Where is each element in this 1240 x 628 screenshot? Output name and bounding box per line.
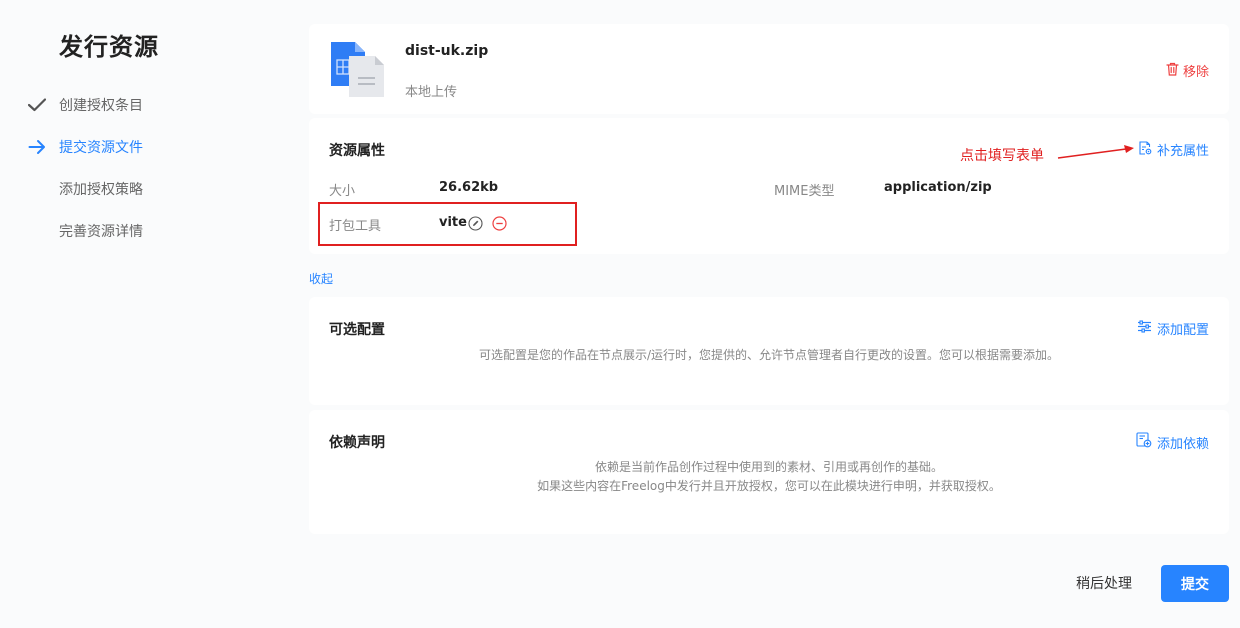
step-label: 完善资源详情 bbox=[59, 224, 143, 240]
later-button[interactable]: 稍后处理 bbox=[1066, 565, 1142, 601]
file-name: dist-uk.zip bbox=[405, 43, 489, 59]
page-title: 发行资源 bbox=[59, 33, 159, 61]
add-attribute-label: 补充属性 bbox=[1156, 144, 1209, 159]
optional-config-description: 可选配置是您的作品在节点展示/运行时，您提供的、允许节点管理者自行更改的设置。您… bbox=[478, 348, 1060, 362]
step-submit-file[interactable]: 提交资源文件 bbox=[0, 132, 280, 162]
attr-key-size: 大小 bbox=[329, 184, 356, 199]
submit-button[interactable]: 提交 bbox=[1161, 565, 1229, 602]
annotation-arrow bbox=[1057, 145, 1134, 159]
add-attribute-button[interactable]: 补充属性 bbox=[1138, 140, 1209, 159]
doc-settings-icon bbox=[1138, 140, 1152, 159]
optional-config-card: 可选配置 添加配置 可选配置是您的作品在节点展示/运行时，您提供的、允许节点管理… bbox=[309, 297, 1229, 405]
attributes-title: 资源属性 bbox=[329, 143, 385, 159]
step-label: 创建授权条目 bbox=[59, 98, 143, 114]
step-label: 提交资源文件 bbox=[59, 140, 143, 156]
remove-label: 移除 bbox=[1182, 65, 1209, 80]
dependency-icon bbox=[1136, 432, 1152, 452]
trash-icon bbox=[1166, 62, 1179, 80]
zip-file-icon bbox=[329, 40, 385, 98]
step-create-authorization[interactable]: 创建授权条目 bbox=[0, 90, 280, 120]
add-config-button[interactable]: 添加配置 bbox=[1137, 319, 1209, 338]
highlight-box bbox=[318, 202, 577, 246]
step-complete-details[interactable]: 完善资源详情 bbox=[0, 216, 280, 246]
file-source: 本地上传 bbox=[405, 85, 458, 100]
step-add-policy[interactable]: 添加授权策略 bbox=[0, 174, 280, 204]
remove-button[interactable]: 移除 bbox=[1166, 61, 1209, 80]
annotation-text: 点击填写表单 bbox=[960, 148, 1044, 164]
add-dependency-button[interactable]: 添加依赖 bbox=[1136, 432, 1209, 452]
sliders-icon bbox=[1137, 320, 1152, 337]
optional-config-title: 可选配置 bbox=[329, 322, 385, 338]
arrow-right-icon bbox=[27, 137, 47, 157]
add-config-label: 添加配置 bbox=[1156, 323, 1209, 338]
dependency-description-line-2: 如果这些内容在Freelog中发行并且开放授权，您可以在此模块进行申明，并获取授… bbox=[537, 479, 1001, 493]
dependency-description-line-1: 依赖是当前作品创作过程中使用到的素材、引用或再创作的基础。 bbox=[594, 460, 943, 474]
collapse-link[interactable]: 收起 bbox=[309, 270, 333, 287]
file-card: dist-uk.zip 本地上传 移除 bbox=[309, 24, 1229, 114]
check-icon bbox=[27, 95, 47, 115]
dependency-card: 依赖声明 添加依赖 依赖是当前作品创作过程中使用到的素材、引用或再创作的基础。 … bbox=[309, 410, 1229, 534]
attr-value-size: 26.62kb bbox=[439, 180, 499, 195]
attr-key-mime: MIME类型 bbox=[774, 184, 835, 199]
step-label: 添加授权策略 bbox=[59, 182, 143, 198]
add-dependency-label: 添加依赖 bbox=[1156, 436, 1209, 452]
attr-value-mime: application/zip bbox=[884, 180, 992, 195]
dependency-title: 依赖声明 bbox=[329, 435, 385, 451]
